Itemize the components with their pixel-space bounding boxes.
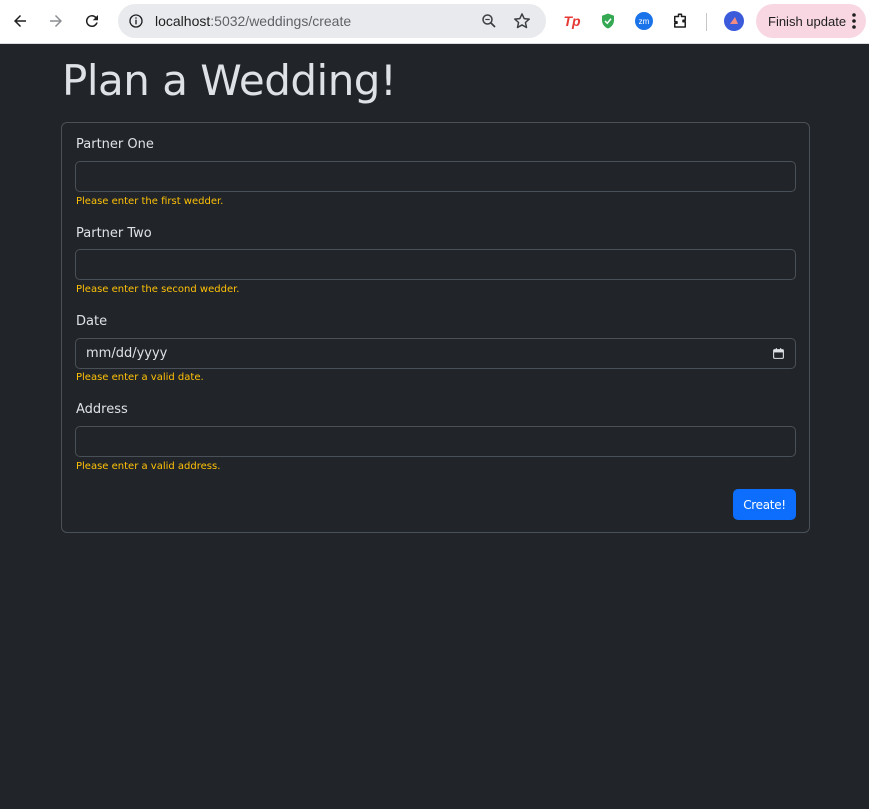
site-info-icon[interactable] [125, 10, 147, 32]
reload-button[interactable] [77, 6, 107, 36]
wedding-form-card: Partner One Please enter the first wedde… [61, 122, 810, 533]
profile-avatar-icon[interactable] [723, 10, 745, 32]
tp-extension-label: Tp [563, 13, 581, 29]
toolbar-divider [706, 13, 707, 31]
calendar-icon[interactable] [772, 347, 785, 360]
partner-one-label: Partner One [76, 137, 154, 152]
zoom-icon[interactable] [480, 12, 498, 35]
partner-two-error: Please enter the second wedder. [76, 284, 240, 295]
date-input[interactable]: mm/dd/yyyy [75, 338, 796, 369]
forward-button[interactable] [41, 6, 71, 36]
finish-update-button[interactable]: Finish update [756, 4, 866, 38]
partner-one-error: Please enter the first wedder. [76, 196, 224, 207]
address-label: Address [76, 402, 128, 417]
browser-toolbar: localhost:5032/weddings/create Tp zm Fin… [0, 0, 869, 44]
zm-extension-icon[interactable]: zm [633, 10, 655, 32]
back-arrow-icon [14, 15, 26, 27]
address-input[interactable] [75, 426, 796, 457]
tp-extension-icon[interactable]: Tp [561, 10, 583, 32]
partner-two-input[interactable] [75, 249, 796, 280]
create-button[interactable]: Create! [733, 489, 796, 520]
back-button[interactable] [5, 6, 35, 36]
puzzle-extensions-icon[interactable] [669, 10, 691, 32]
zm-extension-badge: zm [635, 12, 653, 30]
address-bar[interactable]: localhost:5032/weddings/create [118, 4, 546, 38]
url-text[interactable]: localhost:5032/weddings/create [155, 13, 351, 29]
date-placeholder: mm/dd/yyyy [86, 346, 168, 361]
finish-update-label: Finish update [768, 13, 847, 29]
address-error: Please enter a valid address. [76, 461, 221, 472]
date-error: Please enter a valid date. [76, 372, 204, 383]
bookmark-star-icon[interactable] [512, 11, 532, 36]
reload-icon [85, 15, 98, 28]
shield-extension-icon[interactable] [597, 10, 619, 32]
date-label: Date [76, 314, 108, 329]
partner-one-input[interactable] [75, 161, 796, 192]
more-menu-icon[interactable] [852, 13, 856, 29]
partner-two-label: Partner Two [76, 226, 152, 241]
url-host: localhost [155, 13, 211, 29]
forward-arrow-icon [50, 15, 62, 27]
page-title: Plan a Wedding! [62, 56, 397, 105]
url-path: :5032/weddings/create [210, 13, 352, 29]
